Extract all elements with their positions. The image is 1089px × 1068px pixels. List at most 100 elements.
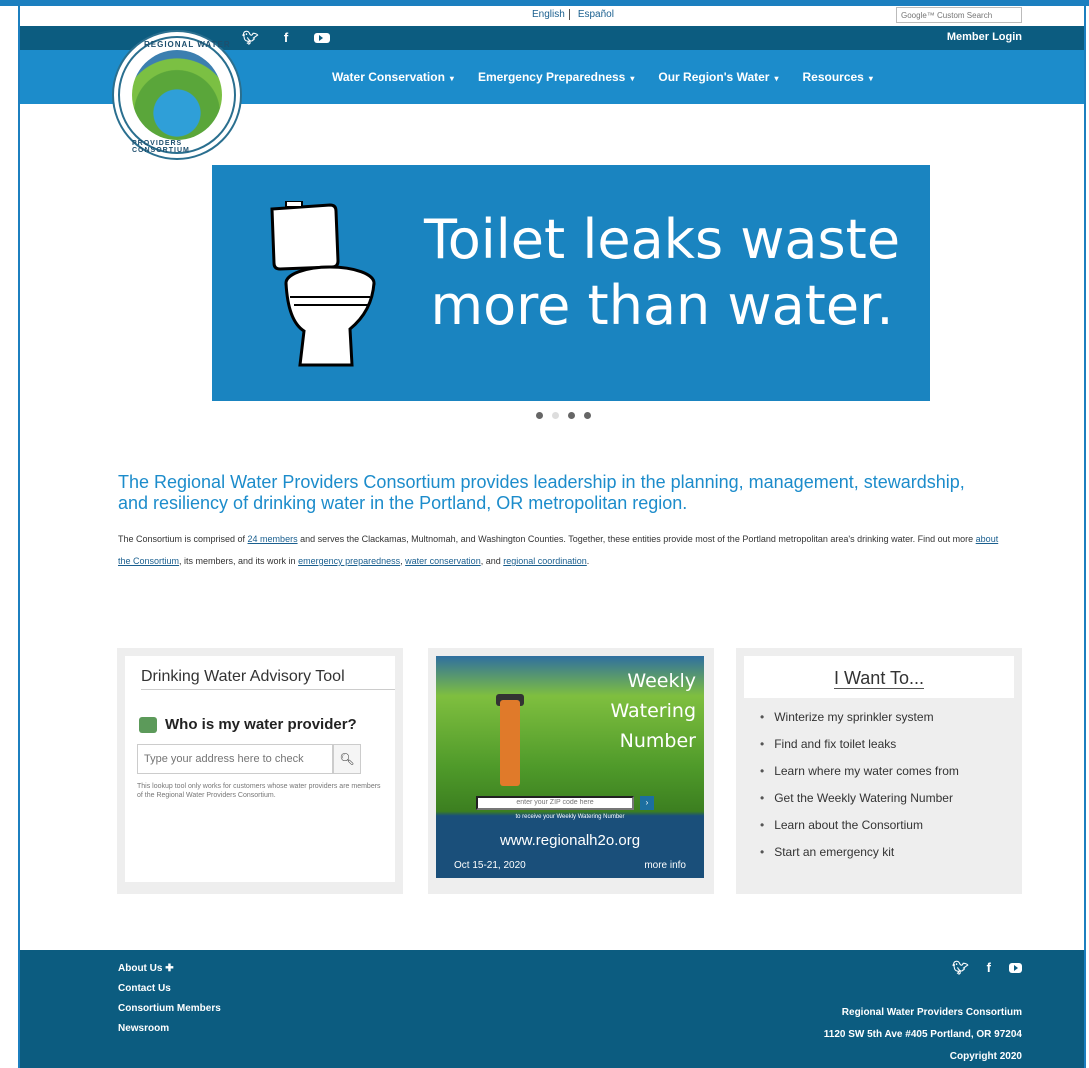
i-want-to-item[interactable]: Start an emergency kit — [760, 841, 959, 868]
logo-text-bottom: PROVIDERS CONSORTIUM — [132, 140, 190, 154]
weekly-title-line: Number — [619, 730, 696, 752]
nav-emergency-preparedness[interactable]: Emergency Preparedness ▾ — [478, 70, 634, 84]
emergency-preparedness-link[interactable]: emergency preparedness — [298, 556, 400, 566]
i-want-to-item[interactable]: Learn about the Consortium — [760, 814, 959, 841]
intro-text: , and — [480, 556, 504, 566]
carousel-dot[interactable] — [536, 412, 543, 419]
zip-submit-button[interactable]: › — [640, 796, 654, 810]
footer-link-contact[interactable]: Contact Us — [118, 982, 221, 1002]
nav-resources[interactable]: Resources ▾ — [802, 70, 872, 84]
caret-down-icon: ▾ — [449, 74, 454, 83]
language-switcher: English Español — [530, 9, 616, 20]
weekly-title-line: Weekly — [627, 670, 696, 692]
hero-headline: Toilet leaks waste more than water. — [412, 207, 912, 339]
i-want-to-header: I Want To... — [744, 656, 1014, 698]
caret-down-icon: ▾ — [868, 74, 873, 83]
provider-question-text: Who is my water provider? — [165, 716, 357, 733]
i-want-to-card: I Want To... Winterize my sprinkler syst… — [736, 648, 1022, 894]
i-want-to-item[interactable]: Find and fix toilet leaks — [760, 733, 959, 760]
lang-spanish-link[interactable]: Español — [576, 9, 616, 20]
weekly-watering-card: Weekly Watering Number › to receive your… — [428, 648, 714, 894]
provider-question: Who is my water provider? — [139, 716, 357, 733]
facebook-icon[interactable]: f — [987, 960, 991, 976]
footer-link-members[interactable]: Consortium Members — [118, 1002, 221, 1022]
i-want-to-title-text: I Want To... — [833, 668, 925, 689]
carousel-dot[interactable] — [568, 412, 575, 419]
i-want-to-title: I Want To... — [744, 668, 1014, 689]
footer-org-name: Regional Water Providers Consortium — [841, 1007, 1022, 1018]
member-login-link[interactable]: Member Login — [947, 31, 1022, 43]
more-info-link[interactable]: more info — [644, 860, 686, 871]
toilet-icon — [270, 201, 376, 367]
nav-water-conservation[interactable]: Water Conservation ▾ — [332, 70, 454, 84]
advisory-tool-card: Drinking Water Advisory Tool Who is my w… — [117, 648, 403, 894]
caret-down-icon: ▾ — [630, 74, 635, 83]
i-want-to-list: Winterize my sprinkler system Find and f… — [760, 706, 959, 868]
footer-link-newsroom[interactable]: Newsroom — [118, 1022, 221, 1042]
facebook-icon[interactable]: f — [278, 30, 294, 46]
hero-line-1: Toilet leaks waste — [423, 208, 901, 271]
weekly-watering-widget[interactable]: Weekly Watering Number › to receive your… — [436, 656, 704, 878]
website-url: www.regionalh2o.org — [499, 832, 641, 849]
carousel-dot-active[interactable] — [552, 412, 559, 419]
lang-english-link[interactable]: English — [530, 9, 567, 20]
nav-label: Emergency Preparedness — [477, 70, 626, 84]
advisory-tool-panel: Drinking Water Advisory Tool Who is my w… — [125, 656, 395, 882]
twitter-icon[interactable]: 🐦︎ — [952, 960, 969, 976]
main-nav: Water Conservation ▾ Emergency Preparedne… — [332, 70, 873, 84]
intro-text: The Consortium is comprised of — [118, 534, 248, 544]
nav-label: Resources — [802, 70, 864, 84]
site-search-input[interactable] — [896, 7, 1022, 23]
weekly-watering-title: Weekly Watering Number — [610, 666, 696, 756]
i-want-to-item[interactable]: Get the Weekly Watering Number — [760, 787, 959, 814]
nav-label: Water Conservation — [332, 70, 445, 84]
youtube-icon[interactable] — [1009, 960, 1022, 976]
lookup-disclaimer: This lookup tool only works for customer… — [137, 783, 381, 799]
search-icon: 🔍︎ — [339, 752, 355, 766]
youtube-icon[interactable] — [314, 30, 330, 46]
footer-links: About Us ✚ Contact Us Consortium Members… — [118, 962, 221, 1042]
sprinkler-icon — [500, 700, 520, 786]
footer-link-about[interactable]: About Us ✚ — [118, 962, 221, 982]
lang-divider — [568, 9, 574, 20]
logo-landscape-icon — [132, 50, 222, 140]
water-drop-icon — [139, 716, 157, 733]
footer-address: Regional Water Providers Consortium 1120… — [824, 1002, 1022, 1068]
site-footer: About Us ✚ Contact Us Consortium Members… — [20, 950, 1084, 1068]
footer-link-label: About Us — [118, 963, 163, 974]
footer-copyright: Copyright 2020 — [949, 1051, 1022, 1062]
intro-text: . — [586, 556, 590, 566]
intro-heading: The Regional Water Providers Consortium … — [118, 472, 965, 513]
logo-text-top: REGIONAL WATER — [144, 40, 231, 49]
title-divider — [141, 689, 395, 690]
nav-label: Our Region's Water — [658, 70, 770, 84]
zip-note: to receive your Weekly Watering Number — [515, 814, 625, 820]
intro-paragraph: The Consortium is comprised of 24 member… — [118, 528, 1008, 572]
carousel-dot[interactable] — [584, 412, 591, 419]
water-conservation-link[interactable]: water conservation — [405, 556, 481, 566]
intro-text: and serves the Clackamas, Multnomah, and… — [297, 534, 976, 544]
consortium-logo[interactable]: REGIONAL WATER PROVIDERS CONSORTIUM — [112, 30, 242, 160]
intro-text: , its members, and its work in — [179, 556, 299, 566]
search-button[interactable]: 🔍︎ — [333, 744, 361, 774]
language-bar: English Español — [20, 6, 1084, 26]
plus-icon[interactable]: ✚ — [165, 963, 173, 974]
caret-down-icon: ▾ — [774, 74, 779, 83]
hero-line-2: more than water. — [430, 274, 894, 337]
address-input[interactable] — [137, 744, 333, 774]
carousel-dots — [536, 412, 591, 419]
i-want-to-item[interactable]: Learn where my water comes from — [760, 760, 959, 787]
members-link[interactable]: 24 members — [248, 534, 298, 544]
zip-code-input[interactable] — [476, 796, 634, 810]
i-want-to-item[interactable]: Winterize my sprinkler system — [760, 706, 959, 733]
header-social-icons: 🐦︎ f — [242, 30, 330, 46]
footer-social-icons: 🐦︎ f — [952, 960, 1022, 976]
chevron-right-icon: › — [645, 798, 649, 807]
advisory-tool-title: Drinking Water Advisory Tool — [141, 668, 345, 685]
hero-slide[interactable]: Toilet leaks waste more than water. — [212, 165, 930, 401]
watering-date-range: Oct 15-21, 2020 — [454, 860, 526, 871]
twitter-icon[interactable]: 🐦︎ — [242, 30, 259, 46]
nav-our-regions-water[interactable]: Our Region's Water ▾ — [658, 70, 778, 84]
weekly-title-line: Watering — [610, 700, 696, 722]
regional-coordination-link[interactable]: regional coordination — [503, 556, 587, 566]
